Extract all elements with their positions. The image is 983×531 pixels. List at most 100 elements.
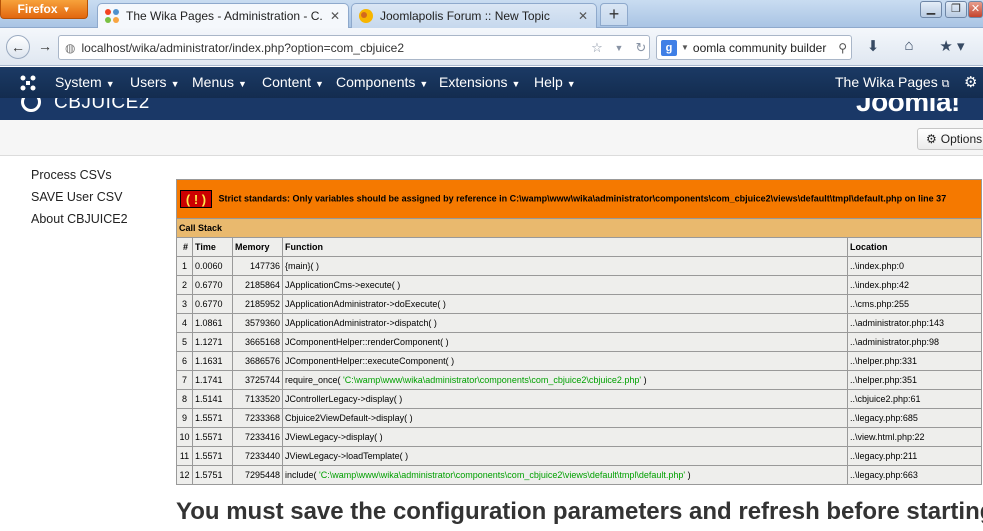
options-label: Options [940, 132, 983, 146]
sidebar-item-process-csvs[interactable]: Process CSVs [31, 168, 128, 183]
caret-down-icon: ▼ [105, 79, 115, 89]
menu-users[interactable]: Users ▼ [130, 67, 179, 98]
function-argument: 'C:\wamp\www\wika\administrator\componen… [343, 375, 642, 385]
search-bar[interactable]: g ▼ oomla community builder ⚲ [656, 35, 852, 60]
row-function: JApplicationCms->execute( ) [282, 275, 848, 295]
table-row: 5 1.1271 3665168 JComponentHelper::renderCo… [176, 332, 982, 352]
function-name: JApplicationCms->execute( ) [285, 280, 401, 290]
close-icon[interactable]: ✕ [328, 9, 342, 23]
minimize-window-icon[interactable]: ▁ [920, 1, 942, 18]
row-number: 6 [176, 351, 193, 371]
external-link-icon: ⧉ [941, 78, 950, 90]
gear-icon: ⚙ [926, 132, 937, 146]
sidebar-item-save-user-csv[interactable]: SAVE User CSV [31, 190, 128, 205]
row-memory: 3725744 [232, 370, 283, 390]
row-memory: 147736 [232, 256, 283, 276]
search-icon[interactable]: ⚲ [838, 41, 847, 55]
row-memory: 3686576 [232, 351, 283, 371]
menu-system[interactable]: System ▼ [55, 67, 115, 98]
close-window-icon[interactable]: ✕ [968, 1, 983, 18]
column-header-number: # [176, 237, 193, 257]
row-time: 0.0060 [192, 256, 233, 276]
function-name: include( [285, 470, 320, 480]
sidebar-item-about[interactable]: About CBJUICE2 [31, 212, 128, 227]
configuration-notice: You must save the configuration paramete… [176, 498, 983, 525]
menu-label: System [55, 74, 102, 90]
table-row: 9 1.5571 7233368 Cbjuice2ViewDefault->displ… [176, 408, 982, 428]
chevron-down-icon: ▼ [62, 4, 71, 14]
row-time: 1.0861 [192, 313, 233, 333]
tab-joomlapolis[interactable]: Joomlapolis Forum :: New Topic ✕ [351, 3, 597, 28]
menu-label: Users [130, 74, 167, 90]
search-input[interactable]: oomla community builder [693, 41, 834, 55]
error-badge-icon: ( ! ) [180, 190, 212, 208]
row-location: ..\index.php:0 [847, 256, 982, 276]
new-tab-button[interactable]: + [600, 3, 628, 26]
row-location: ..\legacy.php:685 [847, 408, 982, 428]
function-close-paren: ) [641, 375, 647, 385]
row-function: JViewLegacy->display( ) [282, 427, 848, 447]
home-icon[interactable]: ⌂ [898, 37, 920, 57]
download-icon[interactable]: ⬇ [862, 37, 884, 57]
firefox-menu-label: Firefox [17, 2, 58, 16]
reload-icon[interactable]: ↻ [633, 40, 649, 56]
row-memory: 7233368 [232, 408, 283, 428]
function-argument: 'C:\wamp\www\wika\administrator\componen… [319, 470, 686, 480]
caret-down-icon: ▼ [315, 79, 324, 89]
maximize-window-icon[interactable]: ❐ [945, 1, 967, 18]
row-function: Cbjuice2ViewDefault->display( ) [282, 408, 848, 428]
row-time: 0.6770 [192, 275, 233, 295]
row-number: 4 [176, 313, 193, 333]
table-row: 12 1.5751 7295448 include( 'C:\wamp\www\wik… [176, 465, 982, 485]
menu-label: Components [336, 74, 416, 90]
bookmarks-menu-icon[interactable]: ★ ▾ [934, 37, 970, 57]
globe-icon: ◍ [65, 40, 76, 55]
row-number: 8 [176, 389, 193, 409]
menu-help[interactable]: Help ▼ [534, 67, 576, 98]
forward-arrow-icon[interactable]: → [33, 35, 57, 59]
google-search-engine-icon[interactable]: g [661, 39, 677, 56]
site-link[interactable]: The Wika Pages ⧉ [835, 67, 949, 98]
joomla-brand-logo: Joomla! [856, 98, 960, 117]
tab-label: The Wika Pages - Administration - C... [126, 9, 322, 23]
row-location: ..\administrator.php:143 [847, 313, 982, 333]
menu-label: Menus [192, 74, 235, 90]
menu-components[interactable]: Components ▼ [336, 67, 428, 98]
row-time: 1.1631 [192, 351, 233, 371]
caret-down-icon: ▼ [170, 79, 180, 89]
row-time: 1.5141 [192, 389, 233, 409]
back-arrow-icon[interactable]: ← [6, 35, 30, 59]
row-location: ..\view.html.php:22 [847, 427, 982, 447]
row-time: 0.6770 [192, 294, 233, 314]
admin-menu-bar: System ▼ Users ▼ Menus ▼ Content ▼ Component… [0, 67, 983, 98]
row-memory: 3579360 [232, 313, 283, 333]
chevron-down-icon[interactable]: ▼ [681, 43, 689, 52]
history-dropdown-icon[interactable]: ▼ [611, 43, 627, 53]
row-time: 1.5571 [192, 408, 233, 428]
bookmark-star-icon[interactable]: ☆ [589, 40, 605, 56]
options-button[interactable]: ⚙ Options [917, 128, 983, 150]
column-header-function: Function [282, 237, 848, 257]
function-name: JApplicationAdministrator->doExecute( ) [285, 299, 446, 309]
page-title: CBJUICE2 [54, 98, 150, 113]
menu-content[interactable]: Content ▼ [262, 67, 324, 98]
browser-titlebar: Firefox ▼ The Wika Pages - Administratio… [0, 0, 983, 28]
table-row: 3 0.6770 2185952 JApplicationAdministrator-… [176, 294, 982, 314]
function-name: JApplicationAdministrator->dispatch( ) [285, 318, 437, 328]
tab-wika-admin[interactable]: The Wika Pages - Administration - C... ✕ [97, 3, 349, 28]
table-row: 4 1.0861 3579360 JApplicationAdministrator-… [176, 313, 982, 333]
component-toolbar: ⚙ Options [0, 120, 983, 156]
close-icon[interactable]: ✕ [576, 9, 590, 23]
firefox-menu-button[interactable]: Firefox ▼ [0, 0, 88, 19]
row-time: 1.5571 [192, 446, 233, 466]
menu-menus[interactable]: Menus ▼ [192, 67, 247, 98]
gear-icon[interactable]: ⚙ [964, 67, 977, 98]
row-number: 7 [176, 370, 193, 390]
function-name: Cbjuice2ViewDefault->display( ) [285, 413, 413, 423]
table-row: 7 1.1741 3725744 require_once( 'C:\wamp\www… [176, 370, 982, 390]
row-memory: 7133520 [232, 389, 283, 409]
row-location: ..\legacy.php:211 [847, 446, 982, 466]
joomla-logo-icon[interactable] [19, 74, 37, 92]
menu-extensions[interactable]: Extensions ▼ [439, 67, 520, 98]
url-bar[interactable]: ◍ localhost/wika/administrator/index.php… [58, 35, 650, 60]
